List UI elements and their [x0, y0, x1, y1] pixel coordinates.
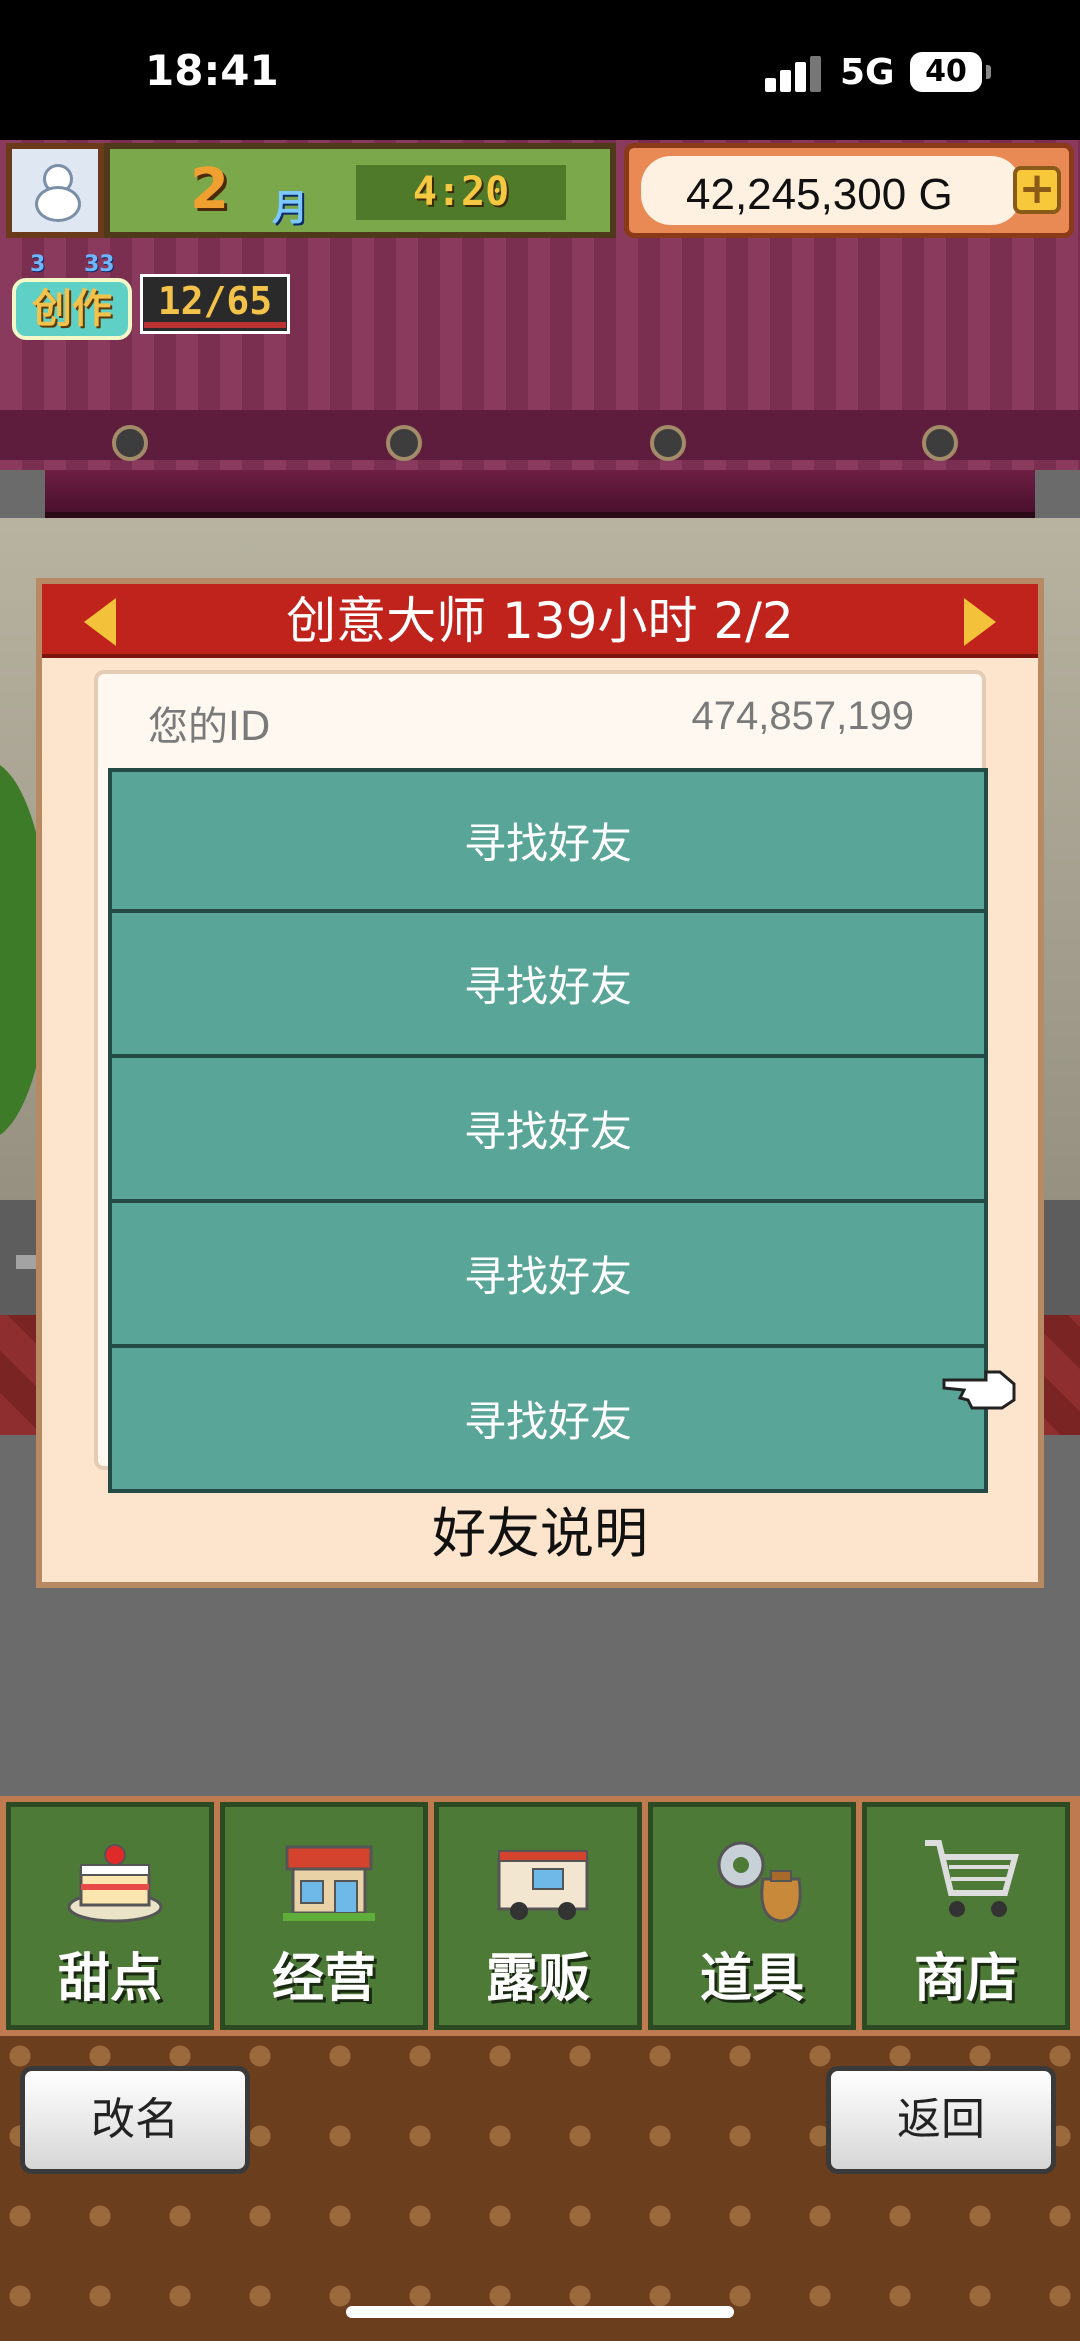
- creation-badge[interactable]: 3 33 创作 12/65: [8, 252, 298, 344]
- badge-level: 33: [84, 252, 115, 277]
- menu-item-management[interactable]: 经营: [220, 1802, 428, 2030]
- user-id-label: 您的ID: [148, 704, 271, 750]
- menu-label: 商店: [913, 1949, 1018, 2009]
- menu-label: 甜点: [57, 1949, 162, 2009]
- main-menu: 甜点 经营 露贩 道具 商店: [0, 1796, 1080, 2036]
- wall-band: [0, 410, 1080, 460]
- food-truck-icon: [497, 1850, 589, 1920]
- find-friend-button[interactable]: 寻找好友: [108, 1203, 988, 1348]
- pointing-hand-icon: [942, 1370, 1016, 1410]
- menu-item-stall[interactable]: 露贩: [434, 1802, 642, 2030]
- menu-label: 露贩: [485, 1949, 590, 2009]
- dialog-header: 创意大师 139小时 2/2: [42, 584, 1038, 658]
- menu-label: 经营: [271, 1949, 376, 2009]
- add-money-button[interactable]: +: [1013, 166, 1061, 214]
- status-time: 18:41: [145, 46, 279, 95]
- dialog-body: 您的ID 474,857,199 寻找好友 寻找好友 寻找好友 寻找好友 寻找好…: [94, 670, 988, 1493]
- cart-icon: [925, 1840, 1019, 1917]
- shop-icon: [283, 1845, 375, 1921]
- month-number: 2: [190, 157, 229, 222]
- prev-arrow-icon[interactable]: [84, 598, 116, 646]
- rivet-icon: [112, 425, 148, 461]
- snowman-icon: [32, 164, 81, 222]
- network-type: 5G: [840, 52, 895, 93]
- find-friend-button[interactable]: 寻找好友: [108, 1348, 988, 1493]
- battery-icon: 40: [910, 52, 991, 92]
- rivet-icon: [650, 425, 686, 461]
- rivet-icon: [386, 425, 422, 461]
- menu-item-dessert[interactable]: 甜点: [6, 1802, 214, 2030]
- gear-bag-icon: [717, 1841, 802, 1923]
- user-id-value: 474,857,199: [691, 694, 914, 738]
- shop-awning: [45, 470, 1035, 518]
- find-friend-button[interactable]: 寻找好友: [108, 913, 988, 1058]
- find-friend-button[interactable]: 寻找好友: [108, 1058, 988, 1203]
- money-value: 42,245,300 G: [686, 170, 953, 219]
- rename-button[interactable]: 改名: [20, 2066, 250, 2174]
- signal-icon: [765, 56, 823, 92]
- game-clock: 4:20: [356, 165, 566, 220]
- player-avatar[interactable]: [6, 143, 104, 238]
- badge-level: 3: [30, 252, 46, 277]
- status-bar: 18:41 5G 40: [0, 0, 1080, 140]
- back-button[interactable]: 返回: [826, 2066, 1056, 2174]
- next-arrow-icon[interactable]: [964, 598, 996, 646]
- friend-list: 寻找好友 寻找好友 寻找好友 寻找好友 寻找好友: [108, 768, 988, 1493]
- cake-icon: [67, 1844, 163, 1923]
- menu-item-store[interactable]: 商店: [862, 1802, 1070, 2030]
- menu-label: 道具: [699, 1949, 804, 2009]
- money-field: 42,245,300 G: [641, 156, 1021, 225]
- friend-dialog: 创意大师 139小时 2/2 您的ID 474,857,199 寻找好友 寻找好…: [36, 578, 1044, 1588]
- badge-label: 创作: [12, 278, 132, 340]
- friend-help-link[interactable]: 好友说明: [42, 1489, 1038, 1579]
- dialog-title: 创意大师 139小时 2/2: [286, 592, 794, 650]
- menu-item-items[interactable]: 道具: [648, 1802, 856, 2030]
- rivet-icon: [922, 425, 958, 461]
- badge-progress: [144, 322, 286, 328]
- month-unit: 月: [272, 188, 309, 229]
- home-indicator[interactable]: [346, 2306, 734, 2318]
- date-panel: 2 月 4:20: [104, 143, 616, 238]
- money-panel: 42,245,300 G +: [624, 143, 1074, 238]
- find-friend-button[interactable]: 寻找好友: [108, 768, 988, 913]
